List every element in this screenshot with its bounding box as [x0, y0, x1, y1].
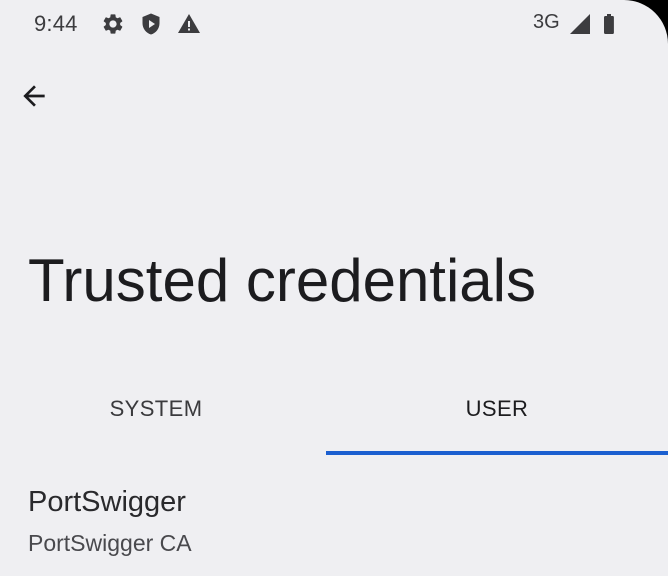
network-type: 3G [533, 11, 560, 33]
trusted-credentials-screen: 9:44 3G Trusted credentials SYSTEM USER … [0, 0, 668, 576]
back-button[interactable] [10, 72, 58, 120]
settings-gear-icon [103, 14, 123, 34]
status-time: 9:44 [34, 11, 78, 36]
credential-list-item[interactable]: PortSwigger PortSwigger CA [0, 478, 668, 576]
tab-system-label: SYSTEM [109, 396, 203, 421]
warning-triangle-icon [178, 14, 200, 33]
tab-user-label: USER [465, 396, 529, 421]
tab-user[interactable]: USER [326, 380, 668, 455]
tab-bar: SYSTEM USER [0, 380, 668, 455]
status-bar: 9:44 3G [0, 0, 668, 48]
arrow-back-icon [23, 85, 45, 107]
active-tab-indicator [326, 451, 668, 455]
page-title: Trusted credentials [28, 247, 537, 314]
battery-icon [604, 14, 614, 34]
shield-play-icon [142, 13, 160, 35]
credential-subtitle: PortSwigger CA [28, 530, 192, 556]
cellular-signal-icon [570, 14, 590, 34]
tab-system[interactable]: SYSTEM [0, 380, 312, 455]
credential-title: PortSwigger [28, 486, 186, 518]
